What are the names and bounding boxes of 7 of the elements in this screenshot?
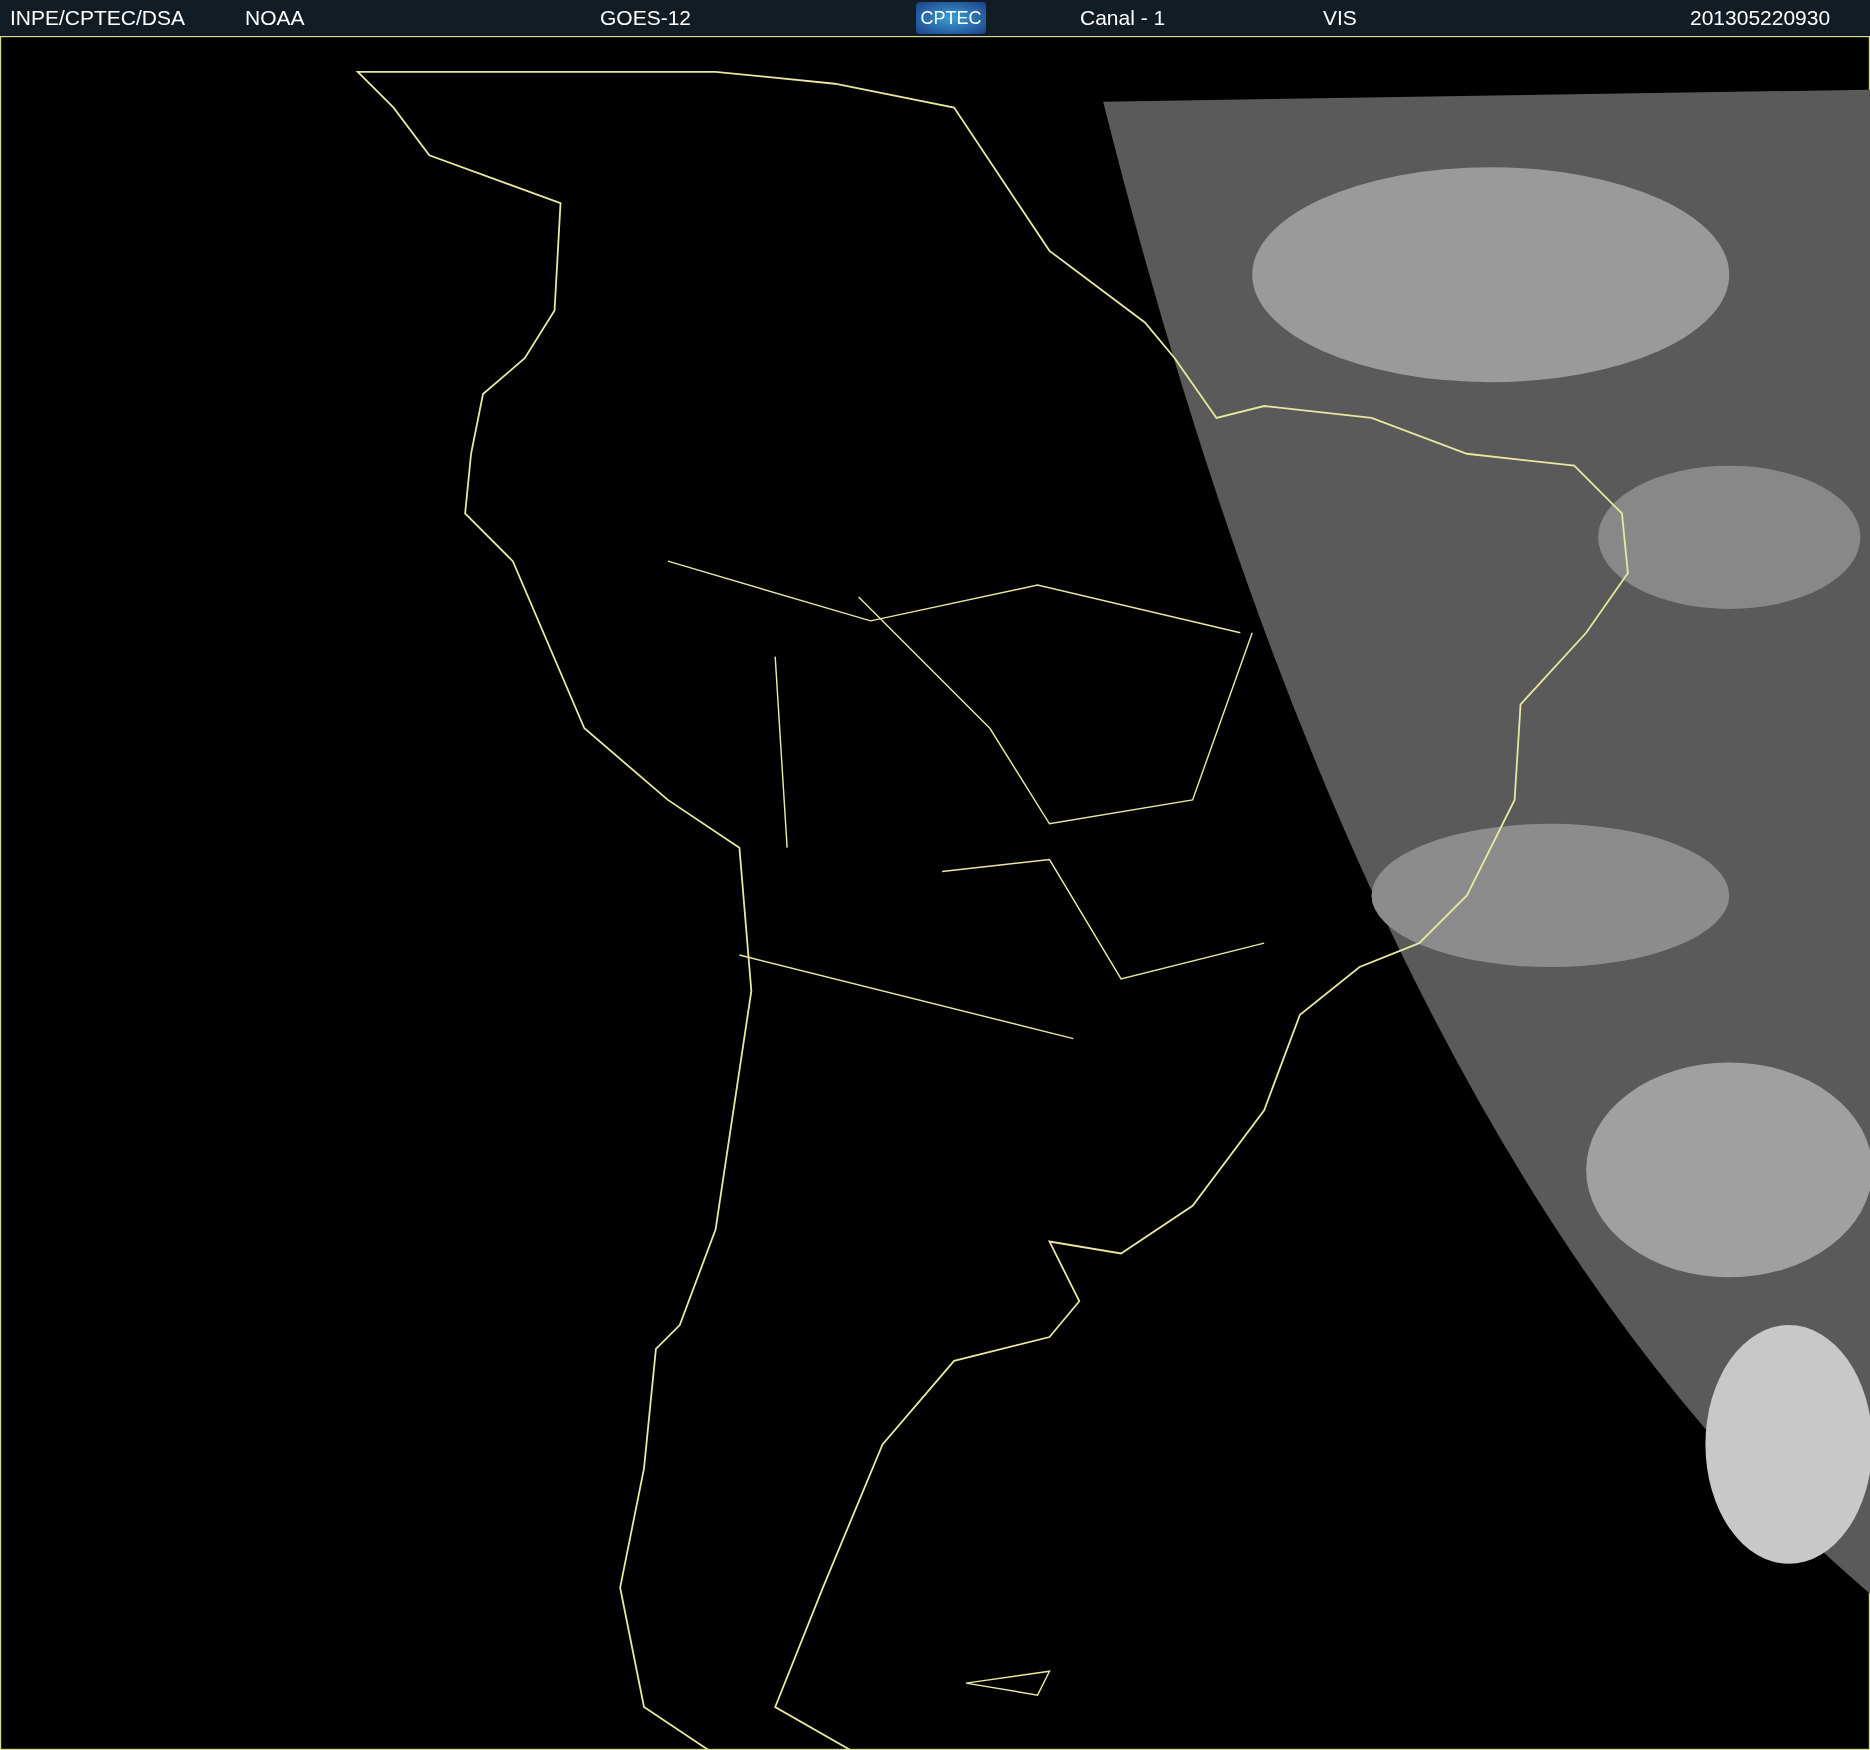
header-label: 201305220930: [1690, 6, 1831, 30]
header-label: Canal - 1: [1080, 6, 1166, 30]
header-label: VIS: [1323, 6, 1357, 30]
header-label: INPE/CPTEC/DSA: [10, 6, 186, 30]
header-label: GOES-12: [600, 6, 692, 30]
header-label: NOAA: [245, 6, 305, 30]
logo: CPTEC: [916, 2, 986, 34]
